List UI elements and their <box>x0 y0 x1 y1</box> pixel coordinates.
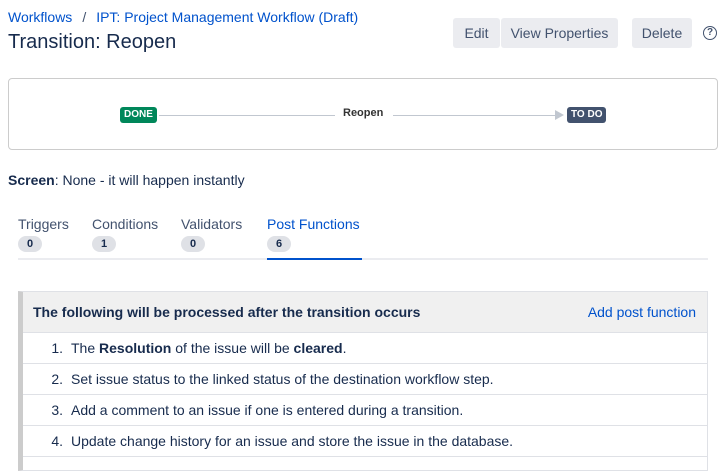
screen-value: : None - it will happen instantly <box>54 172 245 188</box>
arrow-icon <box>555 110 564 120</box>
tab-label: Validators <box>181 216 243 232</box>
tab-label: Conditions <box>92 216 159 232</box>
delete-button[interactable]: Delete <box>632 18 692 48</box>
row-text-bold: Resolution <box>99 340 172 356</box>
row-text: of the issue will be <box>171 340 294 356</box>
table-row: 2. Set issue status to the linked status … <box>23 364 707 395</box>
tab-count-badge: 0 <box>181 236 205 252</box>
post-functions-table: The following will be processed after th… <box>18 291 708 471</box>
table-row: 4. Update change history for an issue and… <box>23 426 707 457</box>
connector-line <box>393 115 556 116</box>
tabs: Triggers 0 Conditions 1 Validators 0 Post F… <box>18 216 708 260</box>
tab-conditions[interactable]: Conditions 1 <box>92 216 158 260</box>
row-text: The <box>71 340 100 356</box>
tab-validators[interactable]: Validators 0 <box>181 216 242 260</box>
edit-button[interactable]: Edit <box>453 18 500 48</box>
status-todo-lozenge: TO DO <box>567 107 607 123</box>
table-header: The following will be processed after th… <box>23 292 707 333</box>
table-row: 3. Add a comment to an issue if one is en… <box>23 395 707 426</box>
row-text: Add a comment to an issue if one is ente… <box>71 402 464 418</box>
tab-count-badge: 0 <box>18 236 42 252</box>
row-number: 3. <box>51 402 63 418</box>
tab-count-badge: 1 <box>92 236 116 252</box>
screen-info: Screen: None - it will happen instantly <box>8 172 245 188</box>
tab-count-badge: 6 <box>267 236 291 252</box>
tab-post-functions[interactable]: Post Functions 6 <box>267 216 362 260</box>
row-text: . <box>342 340 347 356</box>
view-properties-button[interactable]: View Properties <box>501 18 618 48</box>
add-post-function-link[interactable]: Add post function <box>588 304 696 320</box>
tab-label: Triggers <box>18 216 69 232</box>
row-number: 1. <box>51 340 63 356</box>
tab-triggers[interactable]: Triggers 0 <box>18 216 69 260</box>
row-text: Set issue status to the linked status of… <box>71 371 494 387</box>
help-icon[interactable]: ? <box>703 26 717 40</box>
row-text: Update change history for an issue and s… <box>71 433 514 449</box>
row-number: 2. <box>51 371 63 387</box>
row-text-bold: cleared <box>293 340 343 356</box>
screen-label: Screen <box>8 172 55 188</box>
page-title: Transition: Reopen <box>8 31 177 53</box>
transition-name: Reopen <box>343 107 384 119</box>
breadcrumb-workflow-link[interactable]: IPT: Project Management Workflow (Draft) <box>96 9 358 25</box>
status-done-lozenge: DONE <box>120 107 157 123</box>
transition-diagram: DONE Reopen TO DO <box>8 78 718 150</box>
breadcrumb-separator: / <box>82 9 87 25</box>
connector-line <box>159 115 335 116</box>
table-row: 1. The Resolution of the issue will be cl… <box>23 333 707 364</box>
breadcrumb-workflows-link[interactable]: Workflows <box>8 9 72 25</box>
table-header-text: The following will be processed after th… <box>33 304 421 320</box>
tab-label: Post Functions <box>267 216 360 232</box>
breadcrumb: Workflows / IPT: Project Management Workfl… <box>8 9 358 25</box>
row-number: 4. <box>51 433 63 449</box>
